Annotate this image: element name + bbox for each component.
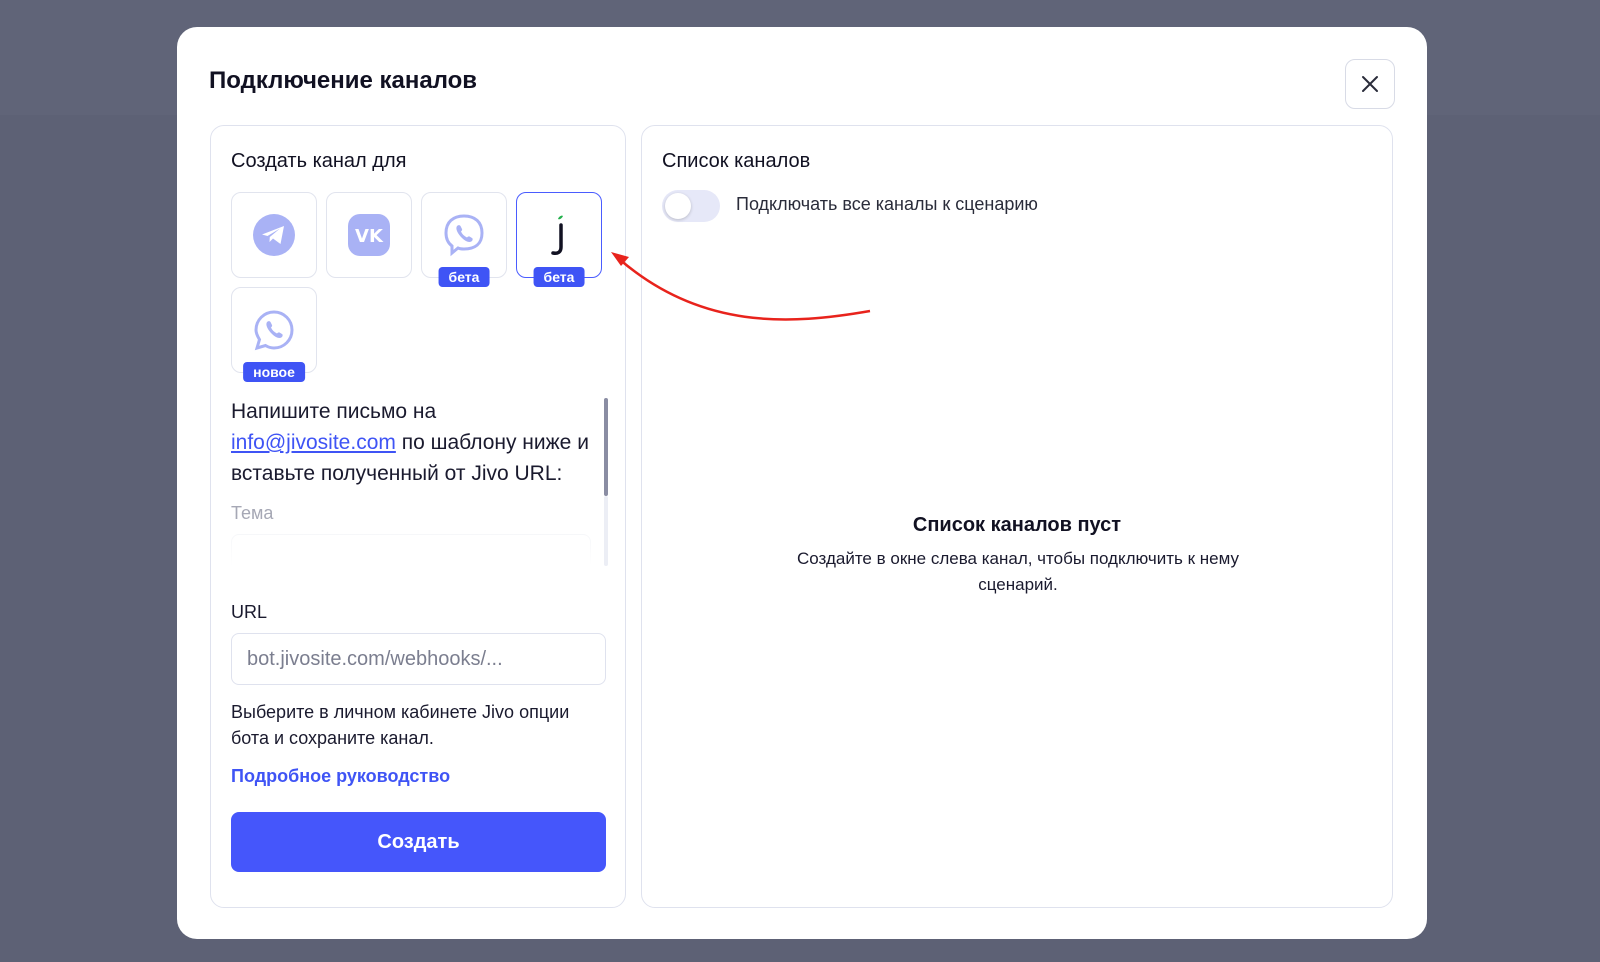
channel-tile-whatsapp[interactable]: новое bbox=[231, 287, 317, 382]
modal-title: Подключение каналов bbox=[209, 67, 478, 94]
close-button[interactable] bbox=[1345, 59, 1395, 109]
create-channel-panel: Создать канал для VK бета бета новое Нап… bbox=[210, 125, 626, 908]
jivo-icon bbox=[551, 215, 563, 255]
empty-state-description: Создайте в окне слева канал, чтобы подкл… bbox=[797, 549, 1239, 594]
channel-tile-viber[interactable]: бета bbox=[421, 192, 507, 287]
email-link[interactable]: info@jivosite.com bbox=[231, 431, 396, 454]
vk-icon: VK bbox=[348, 214, 390, 256]
channel-list-heading: Список каналов bbox=[662, 150, 811, 172]
url-label: URL bbox=[231, 602, 268, 622]
create-button[interactable]: Создать bbox=[231, 812, 606, 872]
connect-channels-modal: Подключение каналов Создать канал для VK bbox=[177, 27, 1427, 939]
scroll-fade bbox=[231, 526, 611, 566]
scrollbar-thumb[interactable] bbox=[604, 398, 608, 496]
beta-badge: бета bbox=[533, 267, 585, 287]
guide-link[interactable]: Подробное руководство bbox=[231, 766, 450, 787]
close-icon bbox=[1362, 76, 1378, 92]
create-channel-heading: Создать канал для bbox=[231, 150, 407, 172]
beta-badge: бета bbox=[438, 267, 490, 287]
whatsapp-icon bbox=[254, 310, 294, 351]
channel-tile-telegram[interactable] bbox=[231, 192, 317, 278]
new-badge: новое bbox=[243, 362, 305, 382]
connect-all-toggle[interactable] bbox=[662, 190, 720, 222]
viber-icon bbox=[444, 214, 484, 257]
channel-list-panel: Список каналов Подключать все каналы к с… bbox=[641, 125, 1393, 908]
theme-label: Тема bbox=[231, 503, 274, 523]
toggle-knob bbox=[665, 193, 691, 219]
svg-text:VK: VK bbox=[355, 226, 384, 247]
scrollbar-track[interactable] bbox=[604, 496, 608, 566]
url-input[interactable] bbox=[231, 633, 606, 685]
jivo-hint: Выберите в личном кабинете Jivo опции бо… bbox=[231, 702, 570, 748]
telegram-icon bbox=[253, 214, 295, 256]
connect-all-toggle-label: Подключать все каналы к сценарию bbox=[736, 194, 1038, 214]
channel-tile-vk[interactable]: VK bbox=[326, 192, 412, 278]
channel-tile-jivo[interactable]: бета bbox=[516, 192, 602, 287]
empty-state-title: Список каналов пуст bbox=[912, 514, 1122, 536]
instructions-text: Напишите письмо на info@jivosite.com по … bbox=[231, 400, 589, 485]
instructions-scroll-area[interactable]: Напишите письмо на info@jivosite.com по … bbox=[231, 396, 611, 566]
